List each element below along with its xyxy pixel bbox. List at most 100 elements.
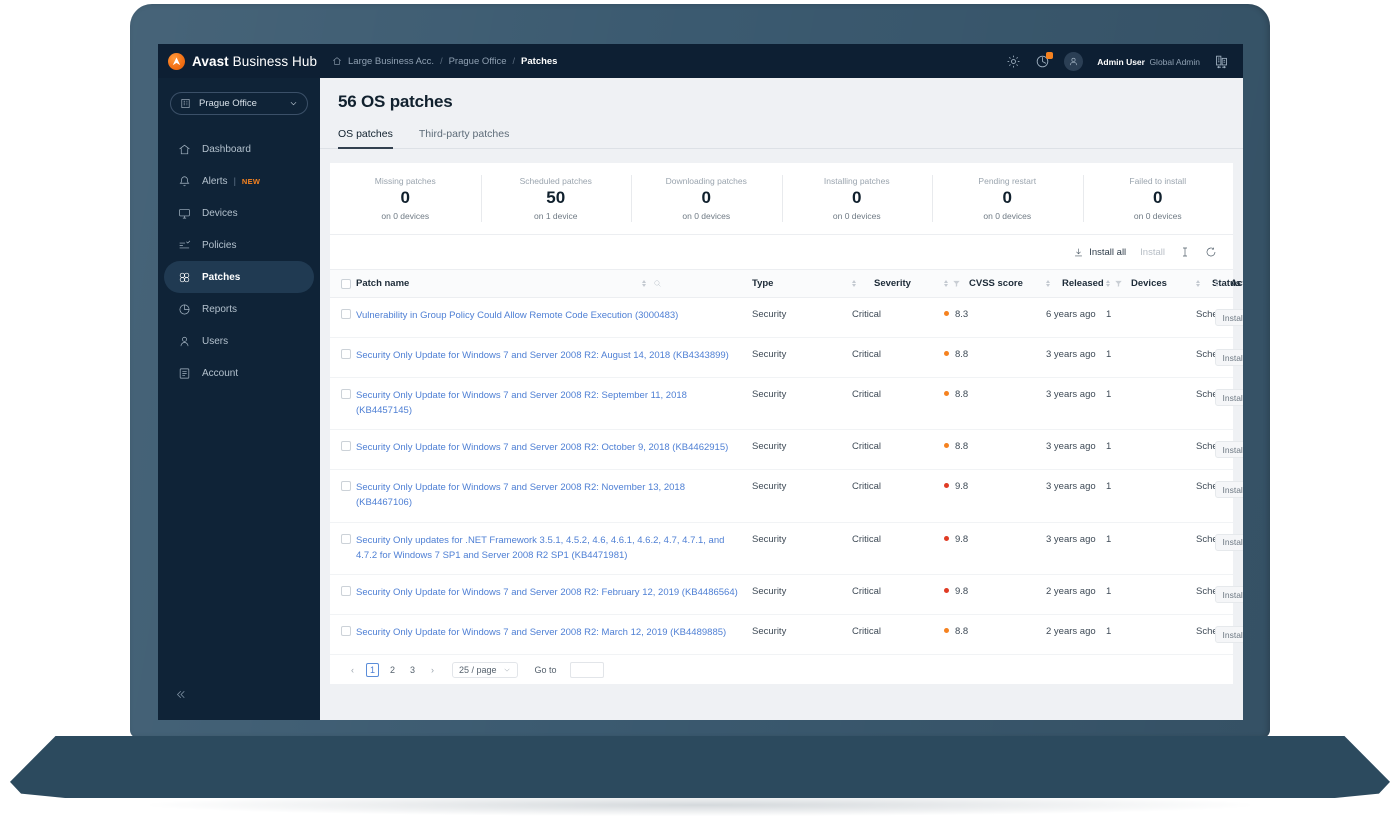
cell-action: Install (1215, 615, 1234, 655)
sidebar-item-dashboard[interactable]: Dashboard (164, 133, 314, 165)
sidebar-item-users[interactable]: Users (164, 325, 314, 357)
cell-type: Security (752, 338, 852, 378)
page-title: 56 OS patches (338, 92, 1225, 112)
col-cvss-score[interactable]: CVSS score (944, 270, 1046, 298)
sidebar-item-policies[interactable]: Policies (164, 229, 314, 261)
page-button-3[interactable]: 3 (406, 663, 419, 677)
cell-type: Security (752, 470, 852, 522)
brand-logo-area[interactable]: Avast Business Hub (158, 53, 320, 70)
cell-severity: Critical (852, 615, 944, 655)
install-button[interactable]: Install (1140, 247, 1165, 258)
sort-severity[interactable] (944, 280, 948, 287)
columns-icon[interactable] (1179, 246, 1191, 258)
row-install-button[interactable]: Install (1215, 309, 1244, 326)
col-devices[interactable]: Devices (1106, 270, 1196, 298)
next-page-button[interactable]: › (426, 663, 439, 677)
filter-icon[interactable] (952, 279, 961, 288)
sidebar-item-label: Users (202, 336, 228, 347)
sort-cvss[interactable] (1046, 280, 1050, 287)
tab-os-patches[interactable]: OS patches (338, 128, 393, 148)
office-selector[interactable]: Prague Office (170, 92, 308, 115)
row-checkbox[interactable] (341, 441, 351, 451)
col-released[interactable]: Released (1046, 270, 1106, 298)
user-info[interactable]: Admin User Global Admin (1097, 51, 1200, 71)
row-checkbox[interactable] (341, 349, 351, 359)
notifications-button[interactable] (1035, 54, 1050, 69)
row-checkbox[interactable] (341, 534, 351, 544)
collapse-sidebar-button[interactable] (168, 682, 192, 706)
patch-name-link[interactable]: Security Only Update for Windows 7 and S… (356, 441, 752, 456)
building-switch-icon[interactable] (1214, 54, 1229, 69)
patch-name-link[interactable]: Security Only updates for .NET Framework… (356, 534, 752, 563)
sidebar-item-account[interactable]: Account (164, 357, 314, 389)
col-patch-name[interactable]: Patch name (356, 270, 642, 298)
sort-type[interactable] (852, 280, 856, 287)
cvss-value: 8.8 (955, 626, 968, 637)
screenshot-stage: Avast Business Hub Large Business Acc. /… (0, 0, 1400, 826)
cell-severity: Critical (852, 378, 944, 430)
page-button-1[interactable]: 1 (366, 663, 379, 677)
cell-status: Scheduled (1196, 430, 1215, 470)
select-all-checkbox[interactable] (341, 279, 351, 289)
stats-row: Missing patches 0 on 0 devices Scheduled… (330, 163, 1233, 235)
row-checkbox[interactable] (341, 309, 351, 319)
install-all-button[interactable]: Install all (1073, 247, 1126, 258)
stat-value: 0 (852, 189, 861, 208)
tab-third-party-patches[interactable]: Third-party patches (419, 128, 509, 148)
cell-cvss-score: 9.8 (944, 575, 1046, 615)
patch-name-link[interactable]: Security Only Update for Windows 7 and S… (356, 481, 752, 510)
patch-name-link[interactable]: Security Only Update for Windows 7 and S… (356, 626, 752, 641)
table-row: Security Only Update for Windows 7 and S… (330, 430, 1233, 470)
table-row: Security Only updates for .NET Framework… (330, 522, 1233, 574)
row-checkbox[interactable] (341, 481, 351, 491)
col-type[interactable]: Type (752, 270, 852, 298)
cell-severity: Critical (852, 338, 944, 378)
patch-name-link[interactable]: Security Only Update for Windows 7 and S… (356, 389, 752, 418)
filter-icon[interactable] (1114, 279, 1123, 288)
sidebar: Prague Office Dashboard Alerts | NEW Dev… (158, 78, 320, 720)
breadcrumb-item-1[interactable]: Prague Office (449, 56, 507, 67)
table-row: Security Only Update for Windows 7 and S… (330, 615, 1233, 655)
page-button-2[interactable]: 2 (386, 663, 399, 677)
sidebar-item-patches[interactable]: Patches (164, 261, 314, 293)
prev-page-button[interactable]: ‹ (346, 663, 359, 677)
sort-devices[interactable] (1196, 280, 1200, 287)
gear-icon[interactable] (1006, 54, 1021, 69)
row-install-button[interactable]: Install (1215, 481, 1244, 498)
col-severity[interactable]: Severity (852, 270, 944, 298)
row-install-button[interactable]: Install (1215, 586, 1244, 603)
stat-sub: on 1 device (534, 211, 577, 221)
breadcrumb-item-0[interactable]: Large Business Acc. (348, 56, 434, 67)
goto-page-input[interactable] (570, 662, 604, 678)
refresh-icon[interactable] (1205, 246, 1217, 258)
row-install-button[interactable]: Install (1215, 626, 1244, 643)
row-checkbox[interactable] (341, 389, 351, 399)
cell-status: Scheduled (1196, 378, 1215, 430)
sidebar-item-devices[interactable]: Devices (164, 197, 314, 229)
sidebar-item-alerts[interactable]: Alerts | NEW (164, 165, 314, 197)
cell-released: 3 years ago (1046, 378, 1106, 430)
sort-patch-name[interactable] (642, 280, 646, 287)
cell-devices: 1 (1106, 338, 1196, 378)
patch-name-link[interactable]: Vulnerability in Group Policy Could Allo… (356, 309, 752, 324)
patch-name-link[interactable]: Security Only Update for Windows 7 and S… (356, 349, 752, 364)
avatar[interactable] (1064, 52, 1083, 71)
search-icon[interactable] (653, 279, 662, 288)
row-install-button[interactable]: Install (1215, 534, 1244, 551)
sidebar-item-label: Reports (202, 304, 237, 315)
patch-name-link[interactable]: Security Only Update for Windows 7 and S… (356, 586, 752, 601)
sidebar-item-label: Account (202, 368, 238, 379)
cell-type: Security (752, 575, 852, 615)
row-install-button[interactable]: Install (1215, 441, 1244, 458)
top-bar: Avast Business Hub Large Business Acc. /… (158, 44, 1243, 78)
col-status[interactable]: Status (1196, 270, 1215, 298)
page-size-select[interactable]: 25 / page (452, 662, 518, 678)
breadcrumb-item-2[interactable]: Patches (521, 56, 557, 67)
sort-status[interactable] (1215, 280, 1219, 287)
row-checkbox[interactable] (341, 626, 351, 636)
row-install-button[interactable]: Install (1215, 389, 1244, 406)
row-checkbox[interactable] (341, 586, 351, 596)
row-install-button[interactable]: Install (1215, 349, 1244, 366)
sort-released[interactable] (1106, 280, 1110, 287)
sidebar-item-reports[interactable]: Reports (164, 293, 314, 325)
